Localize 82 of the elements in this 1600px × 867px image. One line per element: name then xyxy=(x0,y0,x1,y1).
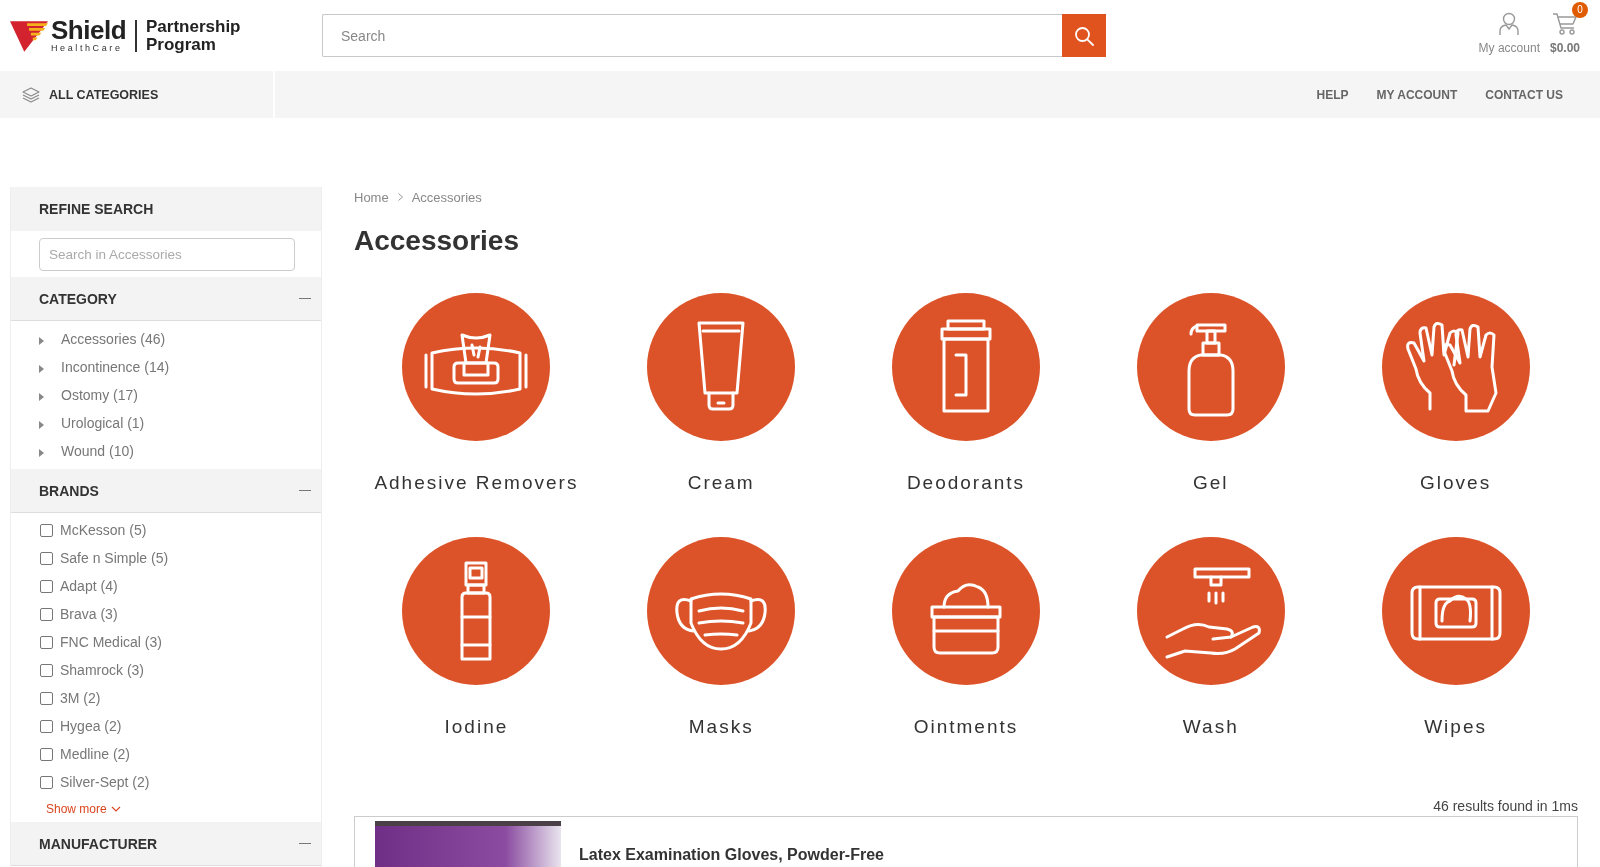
checkbox[interactable] xyxy=(40,691,53,705)
breadcrumb-link[interactable]: Home xyxy=(354,189,389,205)
nav-link[interactable]: MY ACCOUNT xyxy=(1376,87,1458,102)
nav-link[interactable]: CONTACT US xyxy=(1485,87,1563,102)
wipes-pack-icon[interactable] xyxy=(1381,537,1530,685)
checkbox[interactable] xyxy=(40,551,53,565)
category-link[interactable]: Adhesive Removers xyxy=(374,471,579,495)
breadcrumb-current: Accessories xyxy=(411,189,482,205)
checkbox[interactable] xyxy=(40,607,53,621)
brand-tagline: HealthCare xyxy=(51,42,124,54)
category-link[interactable]: Gel xyxy=(1193,471,1229,495)
tube-icon[interactable] xyxy=(647,293,796,441)
brand-option[interactable]: Adapt (4) xyxy=(60,578,118,594)
face-mask-icon[interactable] xyxy=(647,537,796,685)
checkbox[interactable] xyxy=(40,635,53,649)
caret-down-icon xyxy=(110,806,121,812)
brand-option[interactable]: FNC Medical (3) xyxy=(60,634,162,650)
brand-option[interactable]: Hygea (2) xyxy=(60,718,122,734)
category-link[interactable]: Deodorants xyxy=(906,471,1026,495)
checkbox[interactable] xyxy=(40,663,53,677)
triangle-logo-icon[interactable] xyxy=(10,19,48,52)
brand-name: Shield xyxy=(51,17,126,43)
checkbox[interactable] xyxy=(40,747,53,761)
category-link[interactable]: Cream xyxy=(687,471,755,495)
cart-count-badge: 0 xyxy=(1572,2,1588,18)
checkbox[interactable] xyxy=(40,719,53,733)
brand-option[interactable]: Shamrock (3) xyxy=(60,662,145,678)
cart-icon xyxy=(1552,12,1578,36)
category-link[interactable]: Accessories (46) xyxy=(61,331,166,347)
category-link[interactable]: Incontinence (14) xyxy=(61,359,170,375)
brand-option[interactable]: Medline (2) xyxy=(60,746,131,762)
bottle-icon[interactable] xyxy=(402,537,551,685)
caret-right-icon[interactable] xyxy=(39,364,44,373)
section-title: MANUFACTURER xyxy=(39,835,158,852)
brand-option[interactable]: Brava (3) xyxy=(60,606,118,622)
section-title: CATEGORY xyxy=(39,290,117,307)
pump-bottle-icon[interactable] xyxy=(1136,293,1285,441)
sidebar-title: REFINE SEARCH xyxy=(11,187,321,231)
category-link[interactable]: Masks xyxy=(688,715,754,739)
caret-right-icon[interactable] xyxy=(39,336,44,345)
chevron-right-icon xyxy=(397,193,403,201)
all-categories-button[interactable]: ALL CATEGORIES xyxy=(0,71,273,118)
search-in-field[interactable]: Search in Accessories xyxy=(39,238,295,271)
category-link[interactable]: Gloves xyxy=(1420,471,1492,495)
category-link[interactable]: Iodine xyxy=(444,715,509,739)
brand-option[interactable]: McKesson (5) xyxy=(60,522,147,538)
category-link[interactable]: Wound (10) xyxy=(61,443,134,459)
caret-right-icon[interactable] xyxy=(39,392,44,401)
minus-icon[interactable] xyxy=(299,297,311,300)
product-title-link[interactable]: Latex Examination Gloves, Powder-Free xyxy=(579,846,884,864)
hand-wash-icon[interactable] xyxy=(1136,537,1285,685)
layers-icon xyxy=(22,86,40,103)
program-name: Partnership Program xyxy=(146,17,241,54)
gloves-icon[interactable] xyxy=(1381,293,1530,441)
caret-right-icon[interactable] xyxy=(39,420,44,429)
tissue-box-icon[interactable] xyxy=(402,293,551,441)
page-title: Accessories xyxy=(354,224,520,258)
canister-icon[interactable] xyxy=(892,293,1040,441)
search-icon xyxy=(1074,25,1094,46)
category-link[interactable]: Wipes xyxy=(1424,715,1487,739)
show-more-link[interactable]: Show more xyxy=(46,802,121,816)
brand-option[interactable]: Silver-Sept (2) xyxy=(60,774,150,790)
cream-jar-icon[interactable] xyxy=(892,537,1040,685)
category-link[interactable]: Urological (1) xyxy=(61,415,145,431)
category-link[interactable]: Ostomy (17) xyxy=(61,387,138,403)
brand-option[interactable]: 3M (2) xyxy=(60,690,101,706)
nav-link[interactable]: HELP xyxy=(1316,87,1349,102)
category-link[interactable]: Ointments xyxy=(913,715,1019,739)
user-icon xyxy=(1498,12,1521,36)
brand-option[interactable]: Safe n Simple (5) xyxy=(60,550,169,566)
checkbox[interactable] xyxy=(40,523,53,537)
caret-right-icon[interactable] xyxy=(39,448,44,457)
checkbox[interactable] xyxy=(40,579,53,593)
search-button[interactable] xyxy=(1062,14,1106,57)
category-link[interactable]: Wash xyxy=(1182,715,1239,739)
account-link[interactable]: My account xyxy=(1478,12,1540,55)
checkbox[interactable] xyxy=(40,775,53,789)
minus-icon[interactable] xyxy=(299,489,311,492)
section-title: BRANDS xyxy=(39,482,99,499)
minus-icon[interactable] xyxy=(299,842,311,845)
search-field[interactable]: Search xyxy=(322,14,1062,57)
results-count: 46 results found in 1ms xyxy=(1432,798,1578,814)
